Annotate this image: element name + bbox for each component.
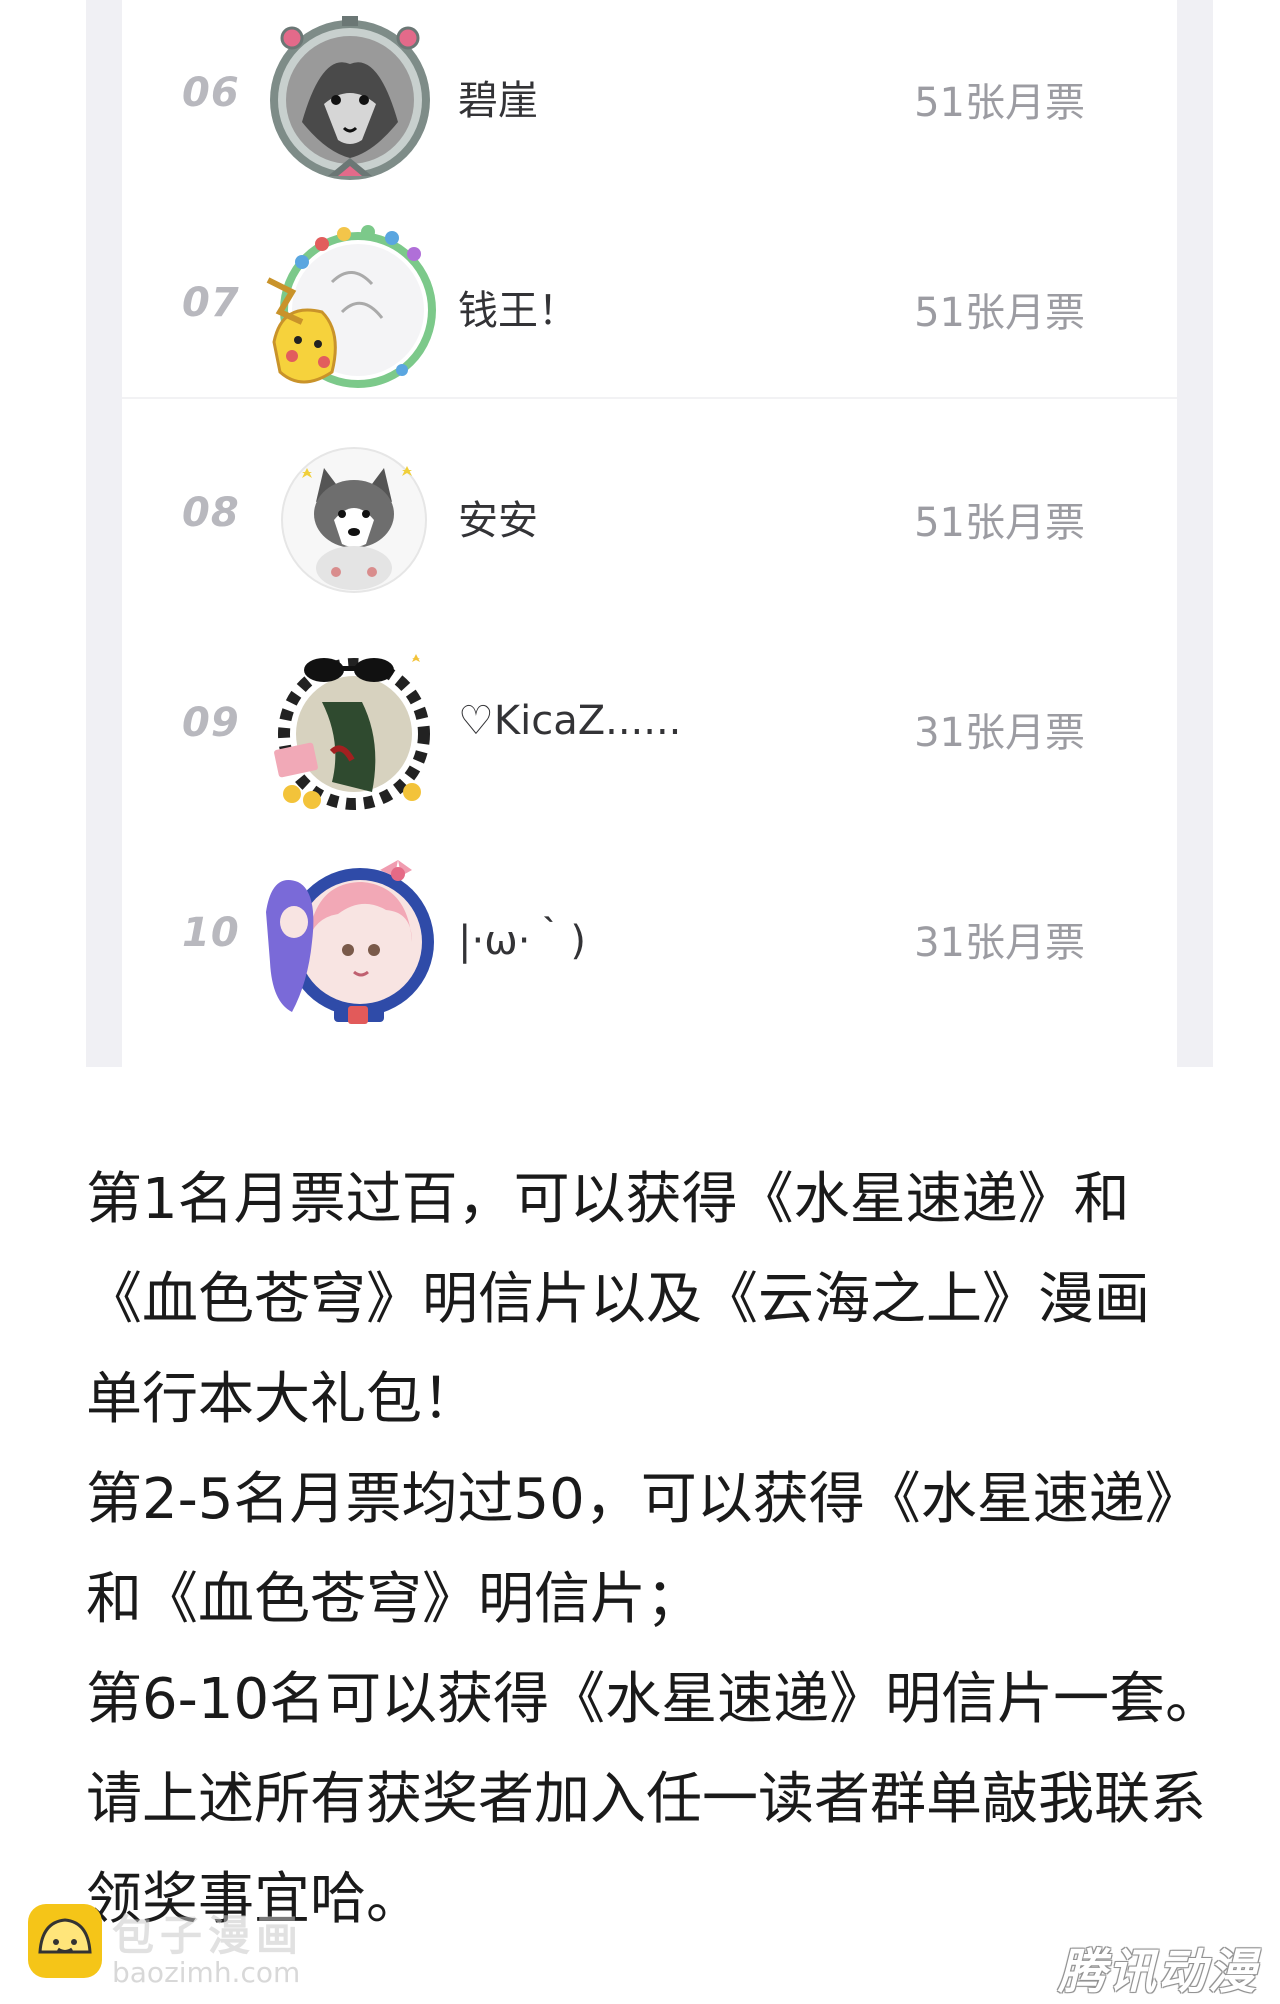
ranking-row[interactable]: 06 碧崖 51张月票 <box>122 0 1177 200</box>
rank-number: 08 <box>182 490 240 536</box>
husky-avatar-icon <box>281 447 427 593</box>
vote-count: 51张月票 <box>914 290 1085 336</box>
pikachu-avatar-icon <box>266 225 436 388</box>
ranking-row[interactable]: 08 安安 51张月票 <box>122 420 1177 620</box>
user-name[interactable]: 钱王！ <box>458 278 578 336</box>
announcement-line: 单行本大礼包！ <box>86 1367 478 1432</box>
sunglasses-avatar-icon <box>274 654 430 810</box>
wolf-avatar-icon <box>270 16 430 180</box>
card-right-edge <box>1177 0 1213 1067</box>
user-name[interactable]: 碧崖 <box>458 68 538 126</box>
vote-count: 51张月票 <box>914 80 1085 126</box>
announcement-line: 《血色苍穹》明信片以及《云海之上》漫画 <box>86 1267 1150 1332</box>
user-name[interactable]: |·ω·｀) <box>458 908 586 966</box>
sunglasses-avatar[interactable] <box>262 642 438 818</box>
ranking-row[interactable]: 07 钱王！ 51张月票 <box>122 210 1177 410</box>
user-name[interactable]: ♡KicaZ...... <box>458 698 681 744</box>
announcement-line: 和《血色苍穹》明信片； <box>86 1567 702 1632</box>
card-left-edge <box>86 0 122 1067</box>
publisher-watermark: 腾讯动漫 <box>1057 1944 1258 2000</box>
row-divider <box>122 397 1177 399</box>
user-name[interactable]: 安安 <box>458 488 538 546</box>
anime-girl-avatar[interactable] <box>262 852 438 1028</box>
rank-number: 09 <box>182 700 240 746</box>
announcement-line: 第2-5名月票均过50，可以获得《水星速递》 <box>86 1467 1201 1532</box>
rank-number: 06 <box>182 70 240 116</box>
prize-announcement: 第1名月票过百，可以获得《水星速递》和 《血色苍穹》明信片以及《云海之上》漫画 … <box>86 1150 1246 1950</box>
site-watermark: 包子漫画 baozimh.com <box>26 1902 326 1992</box>
announcement-line: 请上述所有获奖者加入任一读者群单敲我联系 <box>86 1767 1206 1832</box>
vote-count: 31张月票 <box>914 920 1085 966</box>
watermark-title: 包子漫画 <box>112 1911 305 1960</box>
announcement-line: 第1名月票过百，可以获得《水星速递》和 <box>86 1167 1130 1232</box>
announcement-line: 第6-10名可以获得《水星速递》明信片一套。 <box>86 1667 1222 1732</box>
pikachu-avatar[interactable] <box>262 222 438 398</box>
anime-girl-avatar-icon <box>266 860 434 1024</box>
rank-number: 07 <box>182 280 240 326</box>
vote-count: 51张月票 <box>914 500 1085 546</box>
ranking-row[interactable]: 10 |·ω·｀) 31张月票 <box>122 840 1177 1040</box>
wolf-avatar[interactable] <box>262 12 438 188</box>
rank-number: 10 <box>182 910 240 956</box>
vote-count: 31张月票 <box>914 710 1085 756</box>
husky-avatar[interactable] <box>262 432 438 608</box>
watermark-url: baozimh.com <box>112 1956 301 1989</box>
bun-logo-icon <box>28 1904 102 1978</box>
ranking-row[interactable]: 09 ♡KicaZ...... 31张月票 <box>122 630 1177 830</box>
